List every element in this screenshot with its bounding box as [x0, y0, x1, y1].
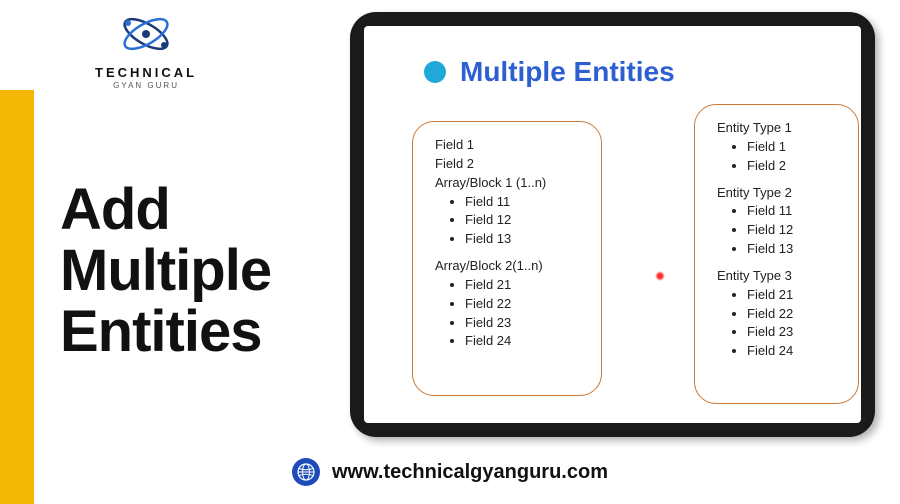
list-item: Field 24 — [465, 332, 583, 351]
entity-box-left: Field 1 Field 2 Array/Block 1 (1..n) Fie… — [412, 121, 602, 396]
list-item: Field 13 — [465, 230, 583, 249]
list-item: Field 24 — [747, 342, 840, 361]
brand-logo: TECHNICAL GYAN GURU — [95, 10, 197, 90]
logo-text-sub: GYAN GURU — [95, 81, 197, 90]
tablet-screen: Multiple Entities Field 1 Field 2 Array/… — [364, 26, 861, 423]
list-item: Field 23 — [465, 314, 583, 333]
field-list: Field 1 Field 2 — [747, 138, 840, 176]
list-item: Field 13 — [747, 240, 840, 259]
list-item: Field 21 — [747, 286, 840, 305]
logo-atom-icon — [116, 10, 176, 58]
block-header: Entity Type 2 — [717, 184, 840, 203]
list-item: Field 23 — [747, 323, 840, 342]
list-item: Field 11 — [465, 193, 583, 212]
list-item: Field 11 — [747, 202, 840, 221]
block-header: Array/Block 1 (1..n) — [435, 174, 583, 193]
list-item: Field 1 — [747, 138, 840, 157]
globe-icon — [292, 458, 320, 486]
field-line: Field 1 — [435, 136, 583, 155]
entity-box-right: Entity Type 1 Field 1 Field 2 Entity Typ… — [694, 104, 859, 404]
footer: www.technicalgyanguru.com — [0, 458, 900, 486]
field-list: Field 11 Field 12 Field 13 — [465, 193, 583, 250]
list-item: Field 21 — [465, 276, 583, 295]
field-list: Field 11 Field 12 Field 13 — [747, 202, 840, 259]
block-header: Entity Type 1 — [717, 119, 840, 138]
list-item: Field 22 — [465, 295, 583, 314]
tablet-frame: Multiple Entities Field 1 Field 2 Array/… — [350, 12, 875, 437]
list-item: Field 12 — [465, 211, 583, 230]
field-list: Field 21 Field 22 Field 23 Field 24 — [465, 276, 583, 351]
footer-url: www.technicalgyanguru.com — [332, 461, 608, 484]
accent-bar — [0, 90, 34, 504]
bullet-icon — [424, 61, 446, 83]
list-item: Field 22 — [747, 305, 840, 324]
block-header: Entity Type 3 — [717, 267, 840, 286]
slide-title: Multiple Entities — [460, 56, 675, 88]
logo-text-main: TECHNICAL — [95, 65, 197, 80]
slide-header: Multiple Entities — [424, 56, 675, 88]
title-line-2: Multiple — [60, 241, 271, 302]
list-item: Field 12 — [747, 221, 840, 240]
laser-pointer-icon — [655, 271, 665, 281]
block-header: Array/Block 2(1..n) — [435, 257, 583, 276]
page-title: Add Multiple Entities — [60, 180, 271, 363]
field-line: Field 2 — [435, 155, 583, 174]
title-line-1: Add — [60, 180, 271, 241]
field-list: Field 21 Field 22 Field 23 Field 24 — [747, 286, 840, 361]
list-item: Field 2 — [747, 157, 840, 176]
title-line-3: Entities — [60, 302, 271, 363]
